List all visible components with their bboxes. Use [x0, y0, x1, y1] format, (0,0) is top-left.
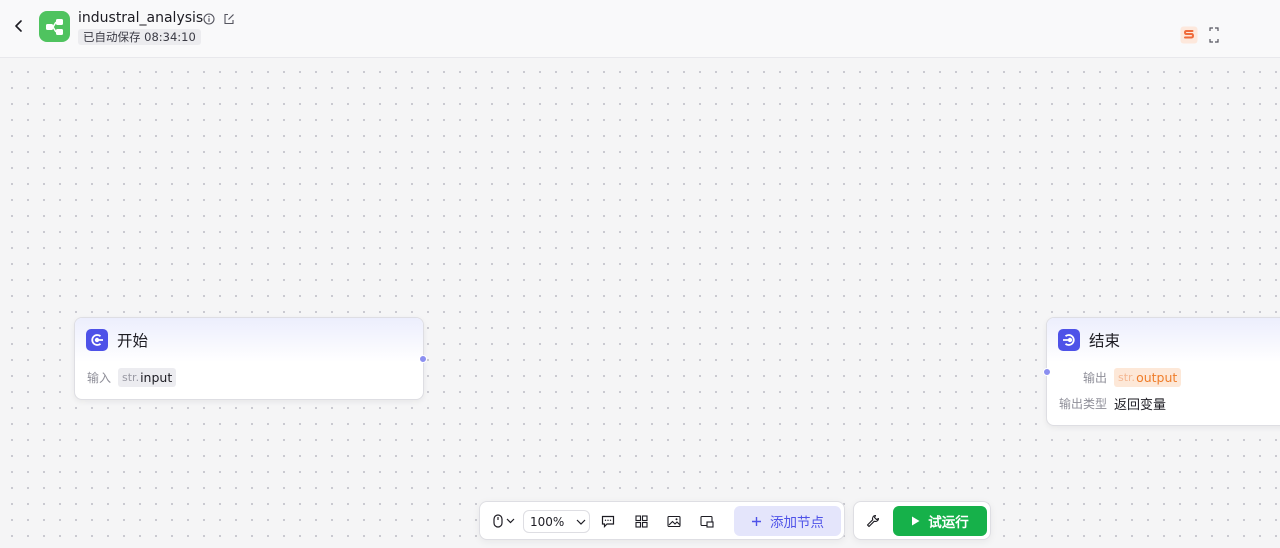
- output-type-value: 返回变量: [1114, 398, 1167, 413]
- chevron-down-icon: [506, 518, 515, 524]
- s-badge-icon[interactable]: [1178, 24, 1200, 46]
- chevron-down-icon: [576, 519, 586, 525]
- start-node-icon: [86, 329, 108, 351]
- start-node[interactable]: 开始 输入 str. input: [74, 317, 424, 400]
- minimap-button[interactable]: [698, 512, 716, 530]
- start-node-title: 开始: [117, 332, 149, 350]
- interaction-mode-selector[interactable]: [489, 512, 519, 530]
- wrench-icon: [866, 514, 880, 528]
- app-title: industral_analysis: [78, 10, 204, 26]
- back-button[interactable]: [10, 17, 28, 35]
- comment-button[interactable]: [599, 512, 617, 530]
- input-label: 输入: [87, 371, 112, 385]
- variable-name: output: [1136, 370, 1178, 385]
- auto-layout-button[interactable]: [632, 512, 650, 530]
- output-type-label: 输出类型: [1058, 397, 1107, 411]
- workflow-logo-icon: [39, 11, 70, 42]
- plus-icon: [752, 516, 761, 526]
- chevron-left-icon: [15, 20, 22, 32]
- header-bar: industral_analysis 已自动保存 08:34:10: [0, 0, 1280, 58]
- minimap-icon: [700, 515, 714, 528]
- variable-type-prefix: str.: [1118, 371, 1136, 384]
- debug-settings-button[interactable]: [864, 512, 882, 530]
- output-variable-chip: str. output: [1114, 368, 1182, 387]
- play-icon: [912, 516, 920, 526]
- end-node[interactable]: 结束 输出 str. output 输出类型 返回变量: [1046, 317, 1280, 426]
- comment-icon: [601, 515, 615, 528]
- start-node-output-port[interactable]: [419, 355, 427, 363]
- test-run-label: 试运行: [928, 515, 969, 531]
- workflow-canvas[interactable]: [0, 58, 1280, 548]
- output-label: 输出: [1082, 371, 1107, 385]
- grid-layout-icon: [634, 514, 648, 528]
- run-toolbar: 试运行: [853, 501, 991, 540]
- mouse-icon: [493, 514, 503, 528]
- zoom-value: 100%: [530, 514, 565, 529]
- input-variable-chip: str. input: [118, 368, 177, 387]
- end-node-title: 结束: [1089, 332, 1121, 350]
- end-node-input-port[interactable]: [1043, 368, 1051, 376]
- autosave-badge: 已自动保存 08:34:10: [78, 29, 201, 45]
- variable-type-prefix: str.: [122, 371, 140, 384]
- image-icon: [667, 515, 681, 527]
- info-icon[interactable]: [202, 12, 216, 26]
- test-run-button[interactable]: 试运行: [893, 506, 987, 536]
- variable-name: input: [140, 370, 173, 385]
- edit-icon[interactable]: [222, 12, 236, 26]
- expand-icon[interactable]: [1208, 26, 1220, 44]
- export-image-button[interactable]: [665, 512, 683, 530]
- zoom-select[interactable]: 100%: [523, 510, 590, 533]
- add-node-button[interactable]: 添加节点: [734, 506, 841, 536]
- end-node-icon: [1058, 329, 1080, 351]
- add-node-label: 添加节点: [770, 515, 824, 531]
- canvas-toolbar: 100% 添加节点: [479, 501, 845, 540]
